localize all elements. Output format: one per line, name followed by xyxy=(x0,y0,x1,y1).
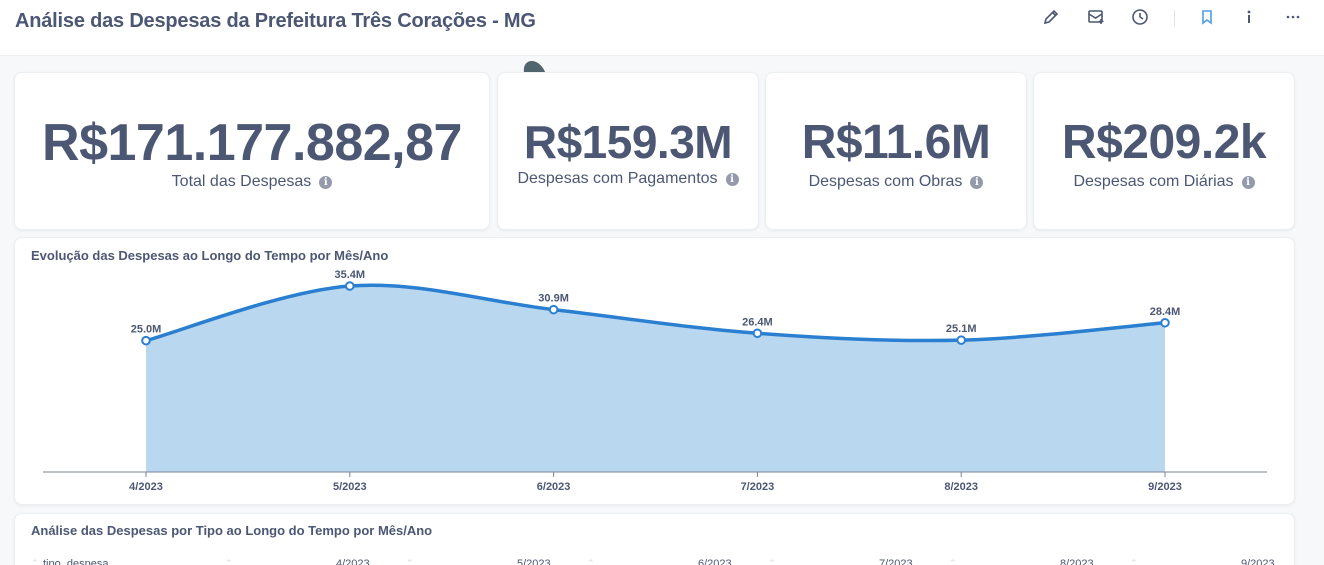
bookmark-icon[interactable] xyxy=(1196,6,1218,28)
sort-icon[interactable]: ⌃ xyxy=(1130,558,1138,565)
scalar-label-text: Total das Despesas xyxy=(171,173,312,190)
data-label: 26.4M xyxy=(742,316,773,328)
scalar-card-total[interactable]: R$171.177.882,87 Total das Despesas i xyxy=(14,72,490,230)
table-header-month[interactable]: 6/2023 xyxy=(698,558,732,565)
sort-icon[interactable]: ⌃ xyxy=(587,558,595,565)
subscription-icon[interactable] xyxy=(1085,6,1107,28)
data-point[interactable] xyxy=(141,335,151,346)
scalar-label-text: Despesas com Diárias xyxy=(1073,173,1234,190)
info-icon[interactable]: i xyxy=(1241,175,1255,189)
scalar-label-text: Despesas com Pagamentos xyxy=(517,170,718,187)
scalar-label: Despesas com Diárias i xyxy=(1034,173,1294,191)
data-point[interactable] xyxy=(752,328,763,339)
pencil-icon[interactable] xyxy=(1040,6,1062,28)
table-header-month[interactable]: 7/2023 xyxy=(879,558,913,565)
table-header-tipo[interactable]: tipo_despesa xyxy=(43,558,108,565)
scalar-label: Total das Despesas i xyxy=(15,173,489,191)
scalar-label: Despesas com Pagamentos i xyxy=(498,170,758,188)
info-icon[interactable]: i xyxy=(970,175,984,189)
sort-icon[interactable]: ⌃ xyxy=(768,558,776,565)
table-header-month[interactable]: 5/2023 xyxy=(517,558,551,565)
data-label: 25.1M xyxy=(946,323,977,335)
info-icon[interactable]: i xyxy=(725,172,739,186)
table-title: Análise das Despesas por Tipo ao Longo d… xyxy=(31,523,433,538)
scalar-label: Despesas com Obras i xyxy=(766,173,1026,191)
dashboard-title: Análise das Despesas da Prefeitura Três … xyxy=(15,10,536,32)
scalar-label-text: Despesas com Obras xyxy=(808,173,963,190)
sort-icon[interactable]: ⌃ xyxy=(225,558,233,565)
data-point[interactable] xyxy=(345,281,355,291)
data-point[interactable] xyxy=(956,335,967,345)
table-header-month[interactable]: 9/2023 xyxy=(1241,558,1275,565)
x-tick-label: 8/2023 xyxy=(944,481,978,493)
info-icon[interactable] xyxy=(1238,6,1260,28)
x-tick-label: 9/2023 xyxy=(1148,481,1182,493)
scalar-value: R$11.6M xyxy=(801,116,991,169)
sort-icon[interactable]: ⌃ xyxy=(949,558,957,565)
data-label: 35.4M xyxy=(335,269,366,281)
info-icon[interactable]: i xyxy=(319,175,333,189)
table-header-row: ⌃ tipo_despesa ⌃ 4/2023 ⌃ 5/2023 ⌃ 6/2023 ⌃ 7/2… xyxy=(15,558,1294,565)
scalar-card-diarias[interactable]: R$209.2k Despesas com Diárias i xyxy=(1033,72,1295,230)
x-tick-label: 6/2023 xyxy=(537,481,571,493)
trend-chart: 25.0M 4/2023 35.4M 5/2023 30.9M 6/2023 26.4M 7/… xyxy=(43,269,1267,493)
data-label: 28.4M xyxy=(1150,306,1181,318)
dashboard-header: Análise das Despesas da Prefeitura Três … xyxy=(0,0,1324,56)
sort-icon[interactable]: ⌃ xyxy=(31,558,39,565)
trend-chart-card[interactable]: Evolução das Despesas ao Longo do Tempo … xyxy=(14,237,1295,505)
sort-icon[interactable]: ⌃ xyxy=(406,558,414,565)
x-tick-label: 5/2023 xyxy=(333,481,367,493)
header-divider xyxy=(1174,10,1175,26)
history-icon[interactable] xyxy=(1129,6,1151,28)
data-point[interactable] xyxy=(1160,317,1170,328)
table-card[interactable]: Análise das Despesas por Tipo ao Longo d… xyxy=(14,513,1295,565)
scalar-value: R$209.2k xyxy=(1061,116,1267,169)
x-tick-label: 4/2023 xyxy=(129,481,163,493)
table-header-month[interactable]: 8/2023 xyxy=(1060,558,1094,565)
more-icon[interactable] xyxy=(1282,6,1304,28)
area-fill xyxy=(146,285,1165,472)
data-point[interactable] xyxy=(548,304,559,315)
scalar-card-obras[interactable]: R$11.6M Despesas com Obras i xyxy=(765,72,1027,230)
scalar-card-pagamentos[interactable]: R$159.3M Despesas com Pagamentos i xyxy=(497,72,759,230)
table-header-month[interactable]: 4/2023 xyxy=(336,558,370,565)
data-label: 25.0M xyxy=(131,324,162,336)
scalar-value: R$171.177.882,87 xyxy=(42,114,462,172)
x-tick-label: 7/2023 xyxy=(741,481,775,493)
data-label: 30.9M xyxy=(538,293,569,305)
scalar-value: R$159.3M xyxy=(523,116,733,168)
